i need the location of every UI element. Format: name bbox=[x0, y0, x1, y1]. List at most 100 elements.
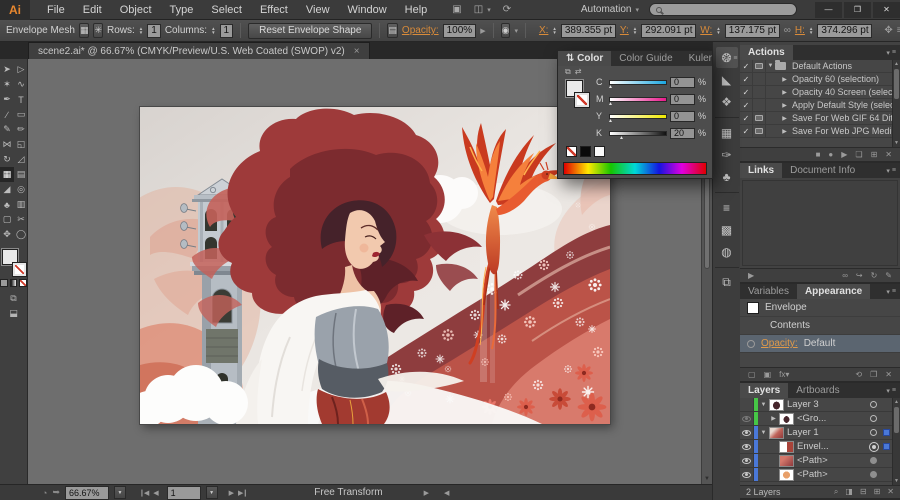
new-layer-icon[interactable]: ⊞ bbox=[874, 487, 881, 497]
eye-icon[interactable] bbox=[742, 430, 751, 436]
status-collapse-icon[interactable]: ◀ bbox=[444, 489, 449, 497]
magenta-value-field[interactable]: 0 bbox=[670, 94, 695, 105]
opacity-field[interactable]: 100% bbox=[443, 24, 477, 38]
selection-tool[interactable]: ➤ bbox=[0, 62, 14, 77]
menu-window[interactable]: Window bbox=[339, 0, 396, 20]
tab-layers[interactable]: Layers bbox=[740, 383, 788, 398]
action-row[interactable]: ✓ ▶ Opacity 40 Screen (selection) bbox=[740, 86, 900, 99]
minimize-button[interactable]: — bbox=[815, 2, 842, 18]
h-label[interactable]: H: bbox=[795, 25, 805, 36]
visibility-cell[interactable] bbox=[740, 440, 754, 453]
new-action-icon[interactable]: ⊞ bbox=[871, 150, 878, 159]
menu-type[interactable]: Type bbox=[161, 0, 203, 20]
layer-label[interactable]: <Path> bbox=[797, 469, 866, 480]
eye-icon[interactable] bbox=[742, 444, 751, 450]
action-row[interactable]: ✓ ▼ Default Actions bbox=[740, 60, 900, 73]
symbols-panel-icon[interactable]: ♣ bbox=[716, 166, 738, 187]
columns-stepper[interactable]: ▲▼ bbox=[211, 27, 215, 35]
reset-envelope-button[interactable]: Reset Envelope Shape bbox=[248, 23, 372, 39]
select-similar-caret[interactable]: ▾ bbox=[514, 27, 518, 35]
stop-icon[interactable]: ■ bbox=[816, 150, 821, 159]
make-mask-icon[interactable]: ◨ bbox=[845, 487, 853, 497]
w-label[interactable]: W: bbox=[700, 25, 712, 36]
tab-artboards[interactable]: Artboards bbox=[788, 383, 847, 398]
none-swatch[interactable] bbox=[566, 146, 577, 157]
action-modal-cell[interactable] bbox=[753, 86, 766, 98]
slice-tool[interactable]: ✂ bbox=[14, 212, 28, 227]
constrain-link-icon[interactable]: ∞ bbox=[784, 25, 791, 36]
zoom-dropdown-icon[interactable]: ▼ bbox=[114, 486, 126, 499]
status-proof-icon[interactable]: ◔ bbox=[42, 488, 47, 498]
blend-tool[interactable]: ◎ bbox=[14, 182, 28, 197]
layer-label[interactable]: <Path> bbox=[797, 455, 866, 466]
layer-row-layer3[interactable]: ▼ Layer 3 bbox=[740, 398, 900, 412]
y-field[interactable]: 292.091 pt bbox=[641, 24, 696, 38]
action-modal-icon[interactable] bbox=[753, 112, 766, 124]
color-button[interactable] bbox=[0, 279, 8, 287]
action-modal-cell[interactable] bbox=[753, 73, 766, 85]
h-stepper[interactable]: ▲▼ bbox=[809, 27, 813, 35]
hand-tool[interactable]: ✥ bbox=[0, 227, 14, 242]
action-row[interactable]: ✓ ▶ Save For Web JPG Medium bbox=[740, 125, 900, 138]
relink-icon[interactable]: ∞ bbox=[842, 271, 848, 280]
target-icon[interactable] bbox=[866, 401, 881, 408]
mesh-tool[interactable]: ▦ bbox=[0, 167, 14, 182]
scroll-down-icon[interactable]: ▼ bbox=[702, 476, 712, 482]
links-panel-icon[interactable]: ⧉ bbox=[716, 272, 738, 293]
y-stepper[interactable]: ▲▼ bbox=[633, 27, 637, 35]
target-icon-active[interactable] bbox=[866, 442, 881, 452]
action-check-icon[interactable]: ✓ bbox=[740, 99, 753, 111]
workspace-switcher[interactable]: Automation▾ bbox=[581, 4, 639, 15]
eye-icon[interactable] bbox=[742, 472, 751, 478]
edit-original-icon[interactable]: ✎ bbox=[885, 271, 892, 280]
visibility-cell[interactable] bbox=[740, 412, 754, 425]
color-spectrum-bar[interactable] bbox=[563, 162, 707, 175]
arrange-documents-icon[interactable]: ◫▾ bbox=[474, 4, 491, 15]
black-swatch[interactable] bbox=[580, 146, 591, 157]
x-field[interactable]: 389.355 pt bbox=[561, 24, 616, 38]
brushes-panel-icon[interactable]: ✑ bbox=[716, 144, 738, 165]
tab-links[interactable]: Links bbox=[740, 163, 782, 178]
tab-color[interactable]: ⇅ Color bbox=[558, 51, 611, 66]
yellow-slider[interactable]: ▲ bbox=[609, 114, 667, 119]
black-value-field[interactable]: 20 bbox=[670, 128, 695, 139]
action-check-icon[interactable]: ✓ bbox=[740, 73, 753, 85]
restore-button[interactable]: ❒ bbox=[844, 2, 871, 18]
none-button[interactable] bbox=[19, 279, 27, 287]
action-check-icon[interactable]: ✓ bbox=[740, 86, 753, 98]
menu-help[interactable]: Help bbox=[396, 0, 437, 20]
pencil-tool[interactable]: ✏ bbox=[14, 122, 28, 137]
menu-select[interactable]: Select bbox=[202, 0, 251, 20]
selection-indicator[interactable] bbox=[881, 443, 892, 450]
opacity-flyout-icon[interactable]: ▶ bbox=[480, 27, 485, 35]
expand-arrow-icon[interactable]: ▶ bbox=[780, 102, 789, 109]
last-artboard-button[interactable]: ▶❙ bbox=[238, 489, 247, 497]
opacity-link[interactable]: Opacity: bbox=[402, 25, 439, 36]
color-panel-menu-icon[interactable]: ≫≡ bbox=[720, 51, 741, 66]
add-effect-icon[interactable]: fx▾ bbox=[779, 370, 789, 379]
rectangle-tool[interactable]: ▭ bbox=[14, 107, 28, 122]
delete-layer-icon[interactable]: ✕ bbox=[887, 487, 894, 497]
menu-edit[interactable]: Edit bbox=[74, 0, 111, 20]
action-check-icon[interactable]: ✓ bbox=[740, 60, 753, 72]
next-artboard-button[interactable]: ▶ bbox=[229, 489, 233, 497]
expand-arrow-icon[interactable]: ▶ bbox=[780, 76, 789, 83]
layers-scrollbar[interactable]: ▲ ▼ bbox=[892, 398, 900, 485]
tab-close-icon[interactable]: × bbox=[354, 46, 360, 57]
tab-document-info[interactable]: Document Info bbox=[782, 163, 863, 178]
zoom-field[interactable]: 66.67% bbox=[65, 486, 109, 500]
visibility-cell[interactable] bbox=[740, 454, 754, 467]
menu-view[interactable]: View bbox=[297, 0, 339, 20]
line-tool[interactable]: ∕ bbox=[0, 107, 14, 122]
layer-row-path2[interactable]: <Path> bbox=[740, 468, 900, 482]
action-modal-icon[interactable] bbox=[753, 60, 766, 72]
action-row[interactable]: ✓ ▶ Save For Web GIF 64 Dithe... bbox=[740, 112, 900, 125]
document-tab[interactable]: scene2.ai* @ 66.67% (CMYK/Preview/U.S. W… bbox=[28, 42, 370, 59]
artboard-dropdown-icon[interactable]: ▼ bbox=[206, 486, 218, 499]
magenta-slider[interactable]: ▲ bbox=[609, 97, 667, 102]
stroke-swatch[interactable] bbox=[13, 263, 26, 276]
y-label[interactable]: Y: bbox=[620, 25, 629, 36]
selection-indicator[interactable] bbox=[881, 429, 892, 436]
appearance-row-contents[interactable]: Contents bbox=[740, 317, 900, 335]
x-label[interactable]: X: bbox=[539, 25, 548, 36]
